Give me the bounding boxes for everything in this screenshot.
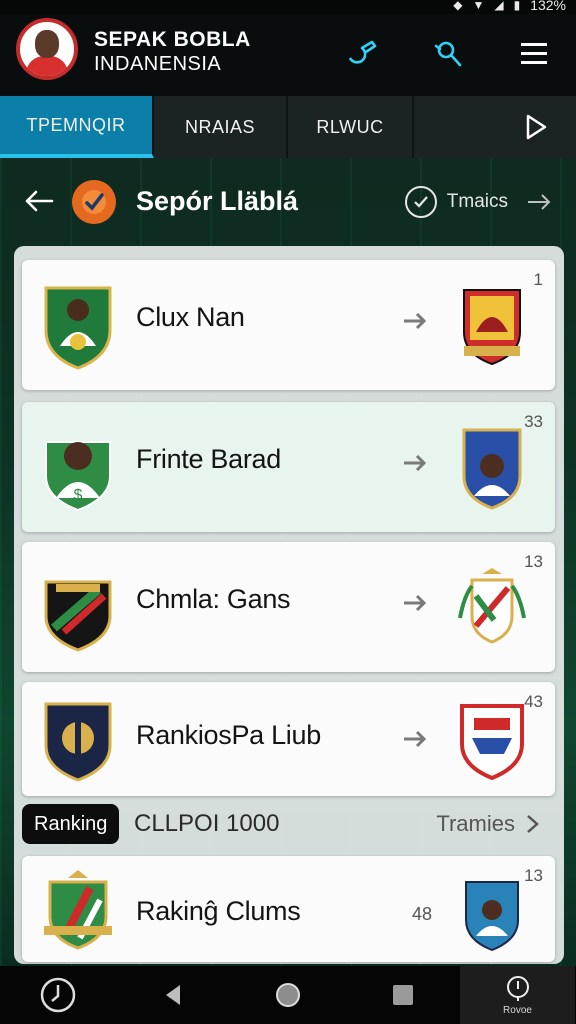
club-card[interactable]: Rakinĝ Clums 48 13 [22, 856, 555, 962]
nav-home-button[interactable] [230, 966, 345, 1024]
nav-recents-button[interactable] [345, 966, 460, 1024]
status-bar: ◆ ▼ ◢ ▮ 132% [0, 0, 576, 14]
nav-clock-button[interactable] [0, 966, 115, 1024]
league-badge-icon [72, 180, 116, 224]
nav-back-button[interactable] [115, 966, 230, 1024]
club-rank: 33 [524, 412, 543, 431]
app-logo [16, 18, 78, 80]
ranking-right-label: Tramies [436, 811, 515, 836]
app-title: SEPAK BOBLA INDANENSIA [94, 28, 251, 75]
app-bar: SEPAK BOBLA INDANENSIA [0, 14, 576, 96]
section-title: Sepór Lläblá [136, 186, 299, 216]
club-crest-left-icon [40, 698, 116, 788]
ranking-text: CLLPOI 1000 [134, 810, 280, 837]
nav-more-button[interactable]: Rovoe [460, 966, 575, 1024]
section-right-link[interactable]: Tmaics [404, 186, 552, 218]
section-right-label: Tmaics [446, 191, 508, 212]
arrow-right-icon [400, 588, 430, 618]
club-name: RankiosPa Liub [136, 720, 321, 750]
back-button[interactable] [22, 184, 56, 218]
club-card[interactable]: Clux Nan 1 [22, 260, 555, 390]
chevron-right-icon [527, 815, 539, 833]
signal-icon: ◆ [453, 0, 463, 12]
tab-nraias[interactable]: NRAIAS [154, 96, 288, 158]
club-name: Frinte Barad [136, 444, 281, 474]
arrow-left-icon [25, 190, 54, 212]
club-crest-right-icon [454, 426, 530, 510]
search-icon[interactable] [430, 36, 466, 72]
recents-square-icon [392, 985, 413, 1005]
club-name: Clux Nan [136, 302, 245, 332]
battery-percent: 132% [530, 0, 566, 13]
club-crest-left-icon [40, 562, 116, 652]
club-crest-right-icon [454, 698, 530, 782]
menu-icon[interactable] [516, 36, 552, 72]
network-icon: ◢ [494, 0, 504, 12]
club-card[interactable]: Chmla: Gans 13 [22, 542, 555, 672]
ranking-right-link[interactable]: Tramies [436, 811, 541, 837]
club-rank: 13 [524, 866, 543, 885]
info-circle-icon [506, 975, 529, 1001]
wifi-icon: ▼ [472, 0, 485, 12]
clock-icon [40, 977, 75, 1013]
club-name: Rakinĝ Clums [136, 896, 301, 926]
ranking-bar: Ranking CLLPOI 1000 Tramies [22, 802, 555, 844]
club-crest-left-icon [40, 868, 116, 958]
tabs-next-button[interactable] [414, 96, 576, 158]
whistle-icon[interactable] [344, 36, 380, 72]
bottom-nav: Rovoe [0, 966, 576, 1024]
club-card[interactable]: RankiosPa Liub 43 [22, 682, 555, 796]
battery-icon: ▮ [513, 0, 521, 12]
nav-more-label: Rovoe [503, 1004, 532, 1016]
club-crest-right-icon [454, 284, 530, 368]
arrow-right-icon [400, 448, 430, 478]
club-name: Chmla: Gans [136, 584, 291, 614]
club-card[interactable]: $ Frinte Barad 33 [22, 402, 555, 532]
club-crest-right-icon [462, 876, 538, 960]
section-header: Sepór Lläblá Tmaics [0, 172, 576, 232]
club-crest-right-icon [454, 566, 530, 650]
club-rank: 13 [524, 552, 543, 571]
tab-tpemnqir[interactable]: TPEMNQIR [0, 96, 154, 158]
arrow-right-icon [400, 306, 430, 336]
club-extra-value: 48 [412, 904, 433, 924]
club-rank: 1 [533, 270, 543, 289]
back-triangle-icon [165, 985, 180, 1005]
arrow-right-icon [400, 724, 430, 754]
arrow-right-icon [528, 194, 551, 210]
club-crest-left-icon [40, 280, 116, 370]
club-crest-left-icon: $ [40, 422, 116, 512]
tab-bar: TPEMNQIR NRAIAS RLWUC [0, 96, 576, 158]
play-icon [526, 114, 547, 140]
home-circle-icon [275, 983, 300, 1007]
club-rank: 43 [524, 692, 543, 711]
tab-rlwuc[interactable]: RLWUC [288, 96, 414, 158]
ranking-pill[interactable]: Ranking [22, 804, 120, 844]
check-circle-icon [404, 186, 437, 218]
svg-text:$: $ [74, 487, 83, 504]
